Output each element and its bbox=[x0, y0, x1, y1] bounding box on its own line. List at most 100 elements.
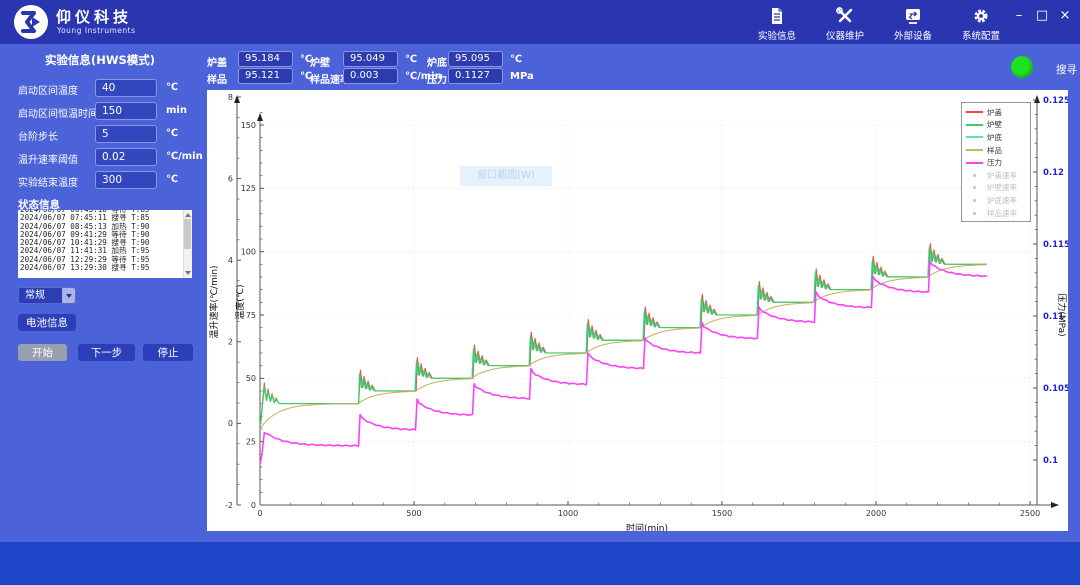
legend-swatch-icon bbox=[973, 199, 976, 202]
nav-external-devices[interactable]: 外部设备 bbox=[884, 4, 942, 42]
nav-experiment-info[interactable]: 实验信息 bbox=[748, 4, 806, 42]
legend-label: 炉壁速率 bbox=[987, 182, 1017, 193]
svg-text:150: 150 bbox=[241, 121, 256, 130]
field-end-temp: 实验结束温度 ℃ bbox=[18, 171, 203, 189]
chevron-down-icon bbox=[66, 294, 72, 298]
svg-text:0: 0 bbox=[228, 419, 233, 428]
rate-threshold-input[interactable] bbox=[95, 148, 157, 166]
svg-text:0.105: 0.105 bbox=[1043, 384, 1068, 394]
window-controls: – □ × bbox=[1012, 8, 1072, 24]
legend-swatch-icon bbox=[966, 162, 983, 164]
dropdown-arrow-box[interactable] bbox=[62, 288, 75, 303]
legend-swatch-icon bbox=[973, 212, 976, 215]
legend-label: 压力 bbox=[987, 157, 1002, 168]
nav-instrument-maintenance[interactable]: 仪器维护 bbox=[816, 4, 874, 42]
svg-text:500: 500 bbox=[406, 509, 421, 518]
status-indicator-label: 搜寻 bbox=[1056, 62, 1077, 77]
status-log[interactable]: 2024/06/07 06:45:10 等待 T:85 2024/06/07 0… bbox=[18, 210, 192, 278]
legend-entry[interactable]: 炉盖速率 bbox=[966, 169, 1030, 182]
svg-text:1000: 1000 bbox=[558, 509, 578, 518]
scroll-thumb[interactable] bbox=[184, 219, 191, 249]
sample-rate: 0.003 bbox=[343, 68, 398, 84]
legend-label: 炉盖 bbox=[987, 107, 1002, 118]
svg-text:6: 6 bbox=[228, 174, 233, 183]
svg-text:2: 2 bbox=[228, 338, 233, 347]
legend-entry[interactable]: 炉壁 bbox=[966, 119, 1030, 132]
svg-text:0: 0 bbox=[251, 501, 256, 510]
chart-panel: -202468025507510012515005001000150020002… bbox=[207, 90, 1068, 531]
step-size-input[interactable] bbox=[95, 125, 157, 143]
start-button[interactable]: 开始 bbox=[18, 344, 67, 361]
legend-entry[interactable]: 炉底 bbox=[966, 131, 1030, 144]
legend-entry[interactable]: 炉底速率 bbox=[966, 194, 1030, 207]
svg-text:8: 8 bbox=[228, 93, 233, 102]
legend-label: 样品速率 bbox=[987, 208, 1017, 219]
maximize-button[interactable]: □ bbox=[1035, 8, 1049, 24]
legend-entry[interactable]: 炉盖 bbox=[966, 106, 1030, 119]
scroll-down-icon[interactable] bbox=[185, 271, 191, 275]
legend-swatch-icon bbox=[966, 124, 983, 126]
start-temp-input[interactable] bbox=[95, 79, 157, 97]
svg-text:0: 0 bbox=[257, 509, 262, 518]
legend-entry[interactable]: 炉壁速率 bbox=[966, 182, 1030, 195]
svg-text:25: 25 bbox=[246, 437, 256, 446]
stop-button[interactable]: 停止 bbox=[143, 344, 193, 361]
end-temp-input[interactable] bbox=[95, 171, 157, 189]
readings-row-2: 样品 95.121 ℃ 样品速率 0.003 ℃/min 压力 0.1127 M… bbox=[207, 68, 547, 85]
svg-text:1500: 1500 bbox=[712, 509, 732, 518]
nav-system-config[interactable]: 系统配置 bbox=[952, 4, 1010, 42]
pressure-value: 0.1127 bbox=[448, 68, 503, 84]
gear-icon bbox=[971, 6, 991, 26]
brand-subtitle: Young Instruments bbox=[57, 26, 136, 35]
brand-name: 仰仪科技 bbox=[56, 6, 132, 27]
log-entry: 2024/06/07 13:29:30 搜寻 T:95 bbox=[18, 264, 192, 272]
bottom-statusbar bbox=[0, 542, 1080, 585]
legend-entry[interactable]: 样品 bbox=[966, 144, 1030, 157]
legend-swatch-icon bbox=[966, 111, 983, 113]
furnace-lid-temp: 95.184 bbox=[238, 51, 293, 67]
svg-text:温度(℃): 温度(℃) bbox=[234, 284, 246, 319]
temperature-pressure-chart[interactable]: -202468025507510012515005001000150020002… bbox=[207, 90, 1068, 531]
close-button[interactable]: × bbox=[1058, 8, 1072, 24]
svg-text:100: 100 bbox=[241, 247, 256, 256]
legend-entry[interactable]: 压力 bbox=[966, 156, 1030, 169]
document-icon bbox=[767, 6, 787, 26]
legend-label: 炉底速率 bbox=[987, 195, 1017, 206]
field-rate-threshold: 温升速率阈值 ℃/min bbox=[18, 148, 203, 166]
battery-info-button[interactable]: 电池信息 bbox=[18, 314, 76, 331]
svg-text:2000: 2000 bbox=[866, 509, 886, 518]
svg-text:0.12: 0.12 bbox=[1043, 168, 1064, 178]
svg-text:75: 75 bbox=[246, 311, 256, 320]
field-step-size: 台阶步长 ℃ bbox=[18, 125, 203, 143]
legend-swatch-icon bbox=[973, 174, 976, 177]
legend-entry[interactable]: 样品速率 bbox=[966, 207, 1030, 220]
legend-swatch-icon bbox=[973, 186, 976, 189]
svg-text:-2: -2 bbox=[225, 501, 233, 510]
furnace-bottom-temp: 95.095 bbox=[448, 51, 503, 67]
svg-text:时间(min): 时间(min) bbox=[626, 522, 668, 531]
mode-select[interactable]: 常规 bbox=[18, 287, 76, 304]
svg-text:4: 4 bbox=[228, 256, 233, 265]
sidebar-header: 实验信息(HWS模式) bbox=[0, 52, 200, 68]
svg-text:2500: 2500 bbox=[1020, 509, 1040, 518]
svg-text:0.115: 0.115 bbox=[1043, 240, 1068, 250]
hold-time-input[interactable] bbox=[95, 102, 157, 120]
field-start-temp: 启动区间温度 ℃ bbox=[18, 79, 203, 97]
scroll-up-icon[interactable] bbox=[185, 213, 191, 217]
status-indicator-dot bbox=[1011, 56, 1033, 78]
legend-label: 炉盖速率 bbox=[987, 170, 1017, 181]
minimize-button[interactable]: – bbox=[1012, 8, 1026, 24]
log-scrollbar[interactable] bbox=[183, 210, 192, 278]
titlebar: 仰仪科技 Young Instruments 实验信息 仪器维护 bbox=[0, 0, 1080, 44]
svg-text:0.125: 0.125 bbox=[1043, 96, 1068, 106]
chart-legend: 炉盖炉壁炉底样品压力炉盖速率炉壁速率炉底速率样品速率 bbox=[961, 102, 1031, 222]
svg-text:125: 125 bbox=[241, 184, 256, 193]
next-step-button[interactable]: 下一步 bbox=[78, 344, 135, 361]
svg-text:0.1: 0.1 bbox=[1043, 456, 1058, 466]
svg-text:压力(MPa): 压力(MPa) bbox=[1056, 293, 1068, 336]
brand-logo-icon bbox=[14, 5, 48, 39]
app-window: 仰仪科技 Young Instruments 实验信息 仪器维护 bbox=[0, 0, 1080, 585]
legend-swatch-icon bbox=[966, 149, 983, 151]
svg-text:50: 50 bbox=[246, 374, 256, 383]
readings-row-1: 炉盖 95.184 ℃ 炉壁 95.049 ℃ 炉底 95.095 ℃ bbox=[207, 51, 547, 68]
